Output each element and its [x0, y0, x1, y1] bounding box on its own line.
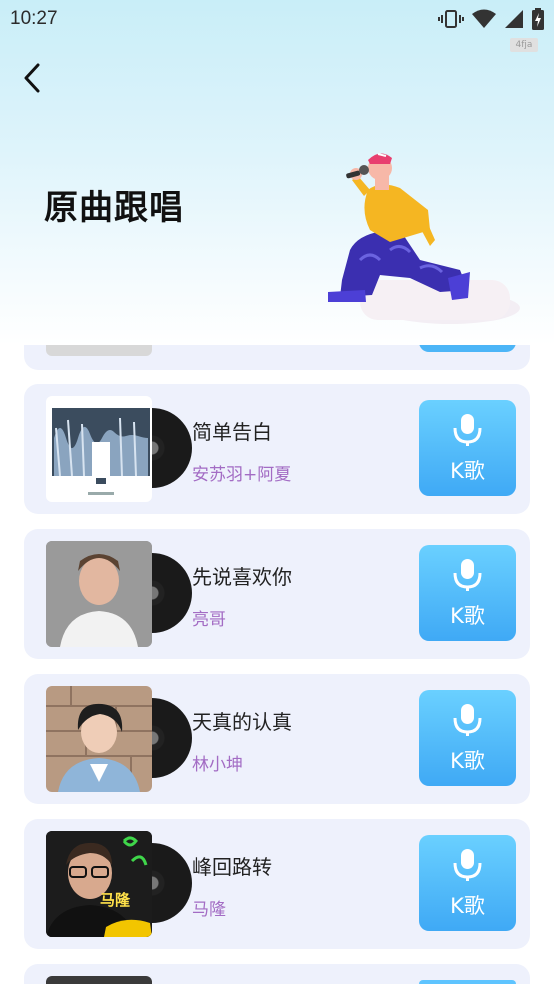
album-cover: 马隆 [46, 831, 152, 937]
k-song-label: K歌 [450, 894, 485, 918]
song-title: 峰回路转 [192, 855, 272, 879]
song-title: 简单告白 [192, 420, 272, 444]
page-title: 原曲跟唱 [44, 188, 184, 228]
k-song-label: K歌 [450, 749, 485, 773]
microphone-icon [452, 559, 483, 597]
back-arrow-icon [18, 63, 50, 100]
album-cover [46, 541, 152, 647]
k-song-button[interactable] [419, 980, 516, 984]
watermark-tag: 4fja [510, 38, 538, 52]
microphone-icon [452, 849, 483, 887]
k-song-label: K歌 [450, 604, 485, 628]
k-song-label: K歌 [450, 459, 485, 483]
back-button[interactable] [18, 60, 50, 96]
microphone-icon [452, 414, 483, 452]
k-song-button[interactable]: K歌 [419, 545, 516, 641]
album-art [46, 686, 192, 792]
album-art [46, 396, 192, 502]
album-cover [46, 396, 152, 502]
wifi-icon [472, 9, 496, 29]
song-artist: 林小坤 [192, 755, 243, 775]
status-icons [438, 8, 544, 30]
song-card[interactable]: 简单告白 安苏羽+阿夏 K歌 [24, 384, 530, 514]
status-bar: 10:27 [0, 0, 554, 38]
song-artist: 安苏羽+阿夏 [192, 465, 292, 485]
song-card[interactable]: 先说喜欢你 亮哥 K歌 [24, 529, 530, 659]
battery-charging-icon [532, 8, 544, 30]
song-artist: 亮哥 [192, 610, 226, 630]
singer-illustration [320, 150, 520, 330]
song-title: 天真的认真 [192, 710, 292, 734]
album-cover [46, 976, 152, 984]
vibrate-icon [438, 9, 464, 29]
k-song-button[interactable]: K歌 [419, 835, 516, 931]
signal-icon [504, 9, 524, 29]
cover-text: 马隆 [100, 891, 131, 909]
song-title: 先说喜欢你 [192, 565, 292, 589]
k-song-button[interactable]: K歌 [419, 400, 516, 496]
album-cover [46, 686, 152, 792]
song-artist: 马隆 [192, 900, 226, 920]
song-card-partial[interactable] [24, 964, 530, 984]
k-song-button[interactable]: K歌 [419, 690, 516, 786]
microphone-icon [452, 704, 483, 742]
album-art: 马隆 [46, 831, 192, 937]
song-card[interactable]: 马隆 峰回路转 马隆 K歌 [24, 819, 530, 949]
song-card[interactable]: 天真的认真 林小坤 K歌 [24, 674, 530, 804]
album-art [46, 541, 192, 647]
app-screen: 10:27 4fja 原曲跟唱 简单告白 安苏羽+阿夏 K歌 先说喜欢你 亮哥 … [0, 0, 554, 984]
status-time: 10:27 [10, 8, 58, 29]
